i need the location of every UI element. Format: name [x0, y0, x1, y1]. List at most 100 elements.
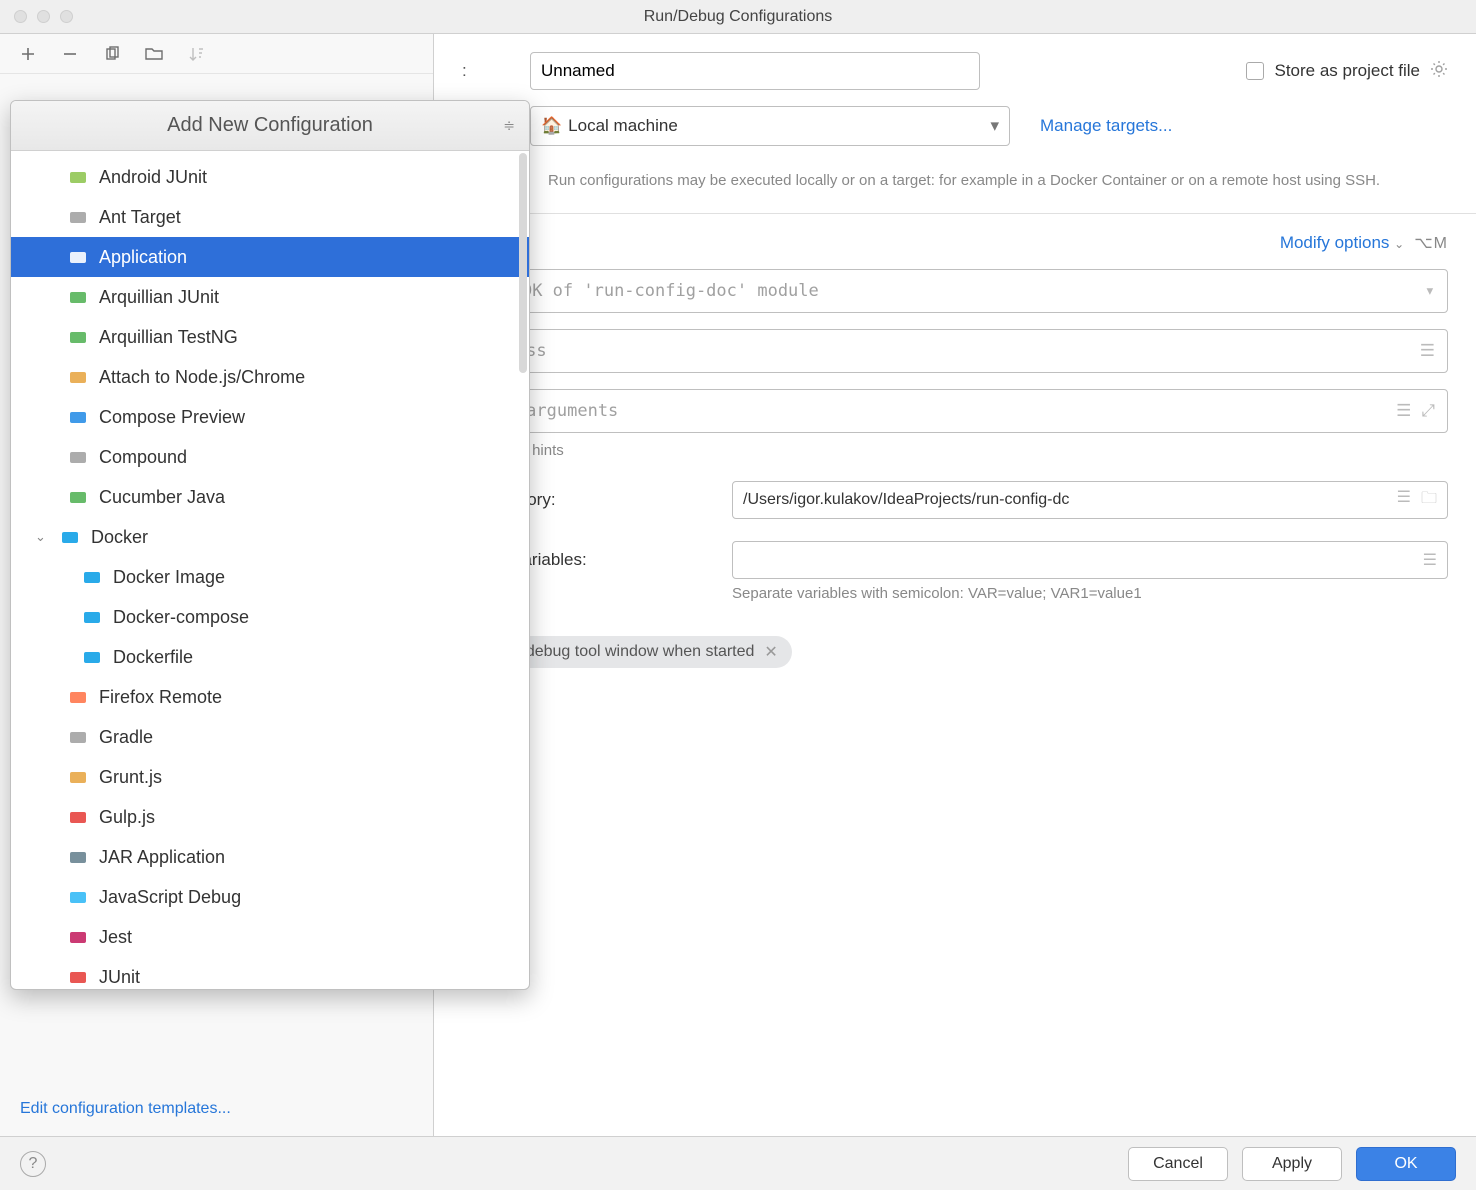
- config-type-item[interactable]: Compound: [11, 437, 529, 477]
- config-type-item[interactable]: Grunt.js: [11, 757, 529, 797]
- cancel-button[interactable]: Cancel: [1128, 1147, 1228, 1181]
- field-hints-text: ⌃ for field hints: [462, 441, 1448, 459]
- apply-button[interactable]: Apply: [1242, 1147, 1342, 1181]
- program-args-input[interactable]: gram arguments ☰⤢: [462, 389, 1448, 433]
- expand-icon[interactable]: ⤢: [1421, 401, 1435, 421]
- config-type-item[interactable]: Arquillian TestNG: [11, 317, 529, 357]
- config-type-label: Compound: [99, 447, 187, 468]
- config-type-icon: [67, 727, 89, 747]
- config-type-icon: [59, 527, 81, 547]
- config-type-label: Docker-compose: [113, 607, 249, 628]
- config-type-item[interactable]: Cucumber Java: [11, 477, 529, 517]
- env-vars-hint: Separate variables with semicolon: VAR=v…: [732, 585, 1448, 602]
- config-type-item[interactable]: ⌄ Docker: [11, 517, 529, 557]
- config-type-label: Android JUnit: [99, 167, 207, 188]
- config-type-icon: [67, 487, 89, 507]
- config-type-label: JAR Application: [99, 847, 225, 868]
- list-icon[interactable]: ☰: [1397, 487, 1411, 514]
- gear-icon[interactable]: [1430, 60, 1448, 82]
- chevron-down-icon: ▾: [990, 116, 999, 136]
- chevron-down-icon: ⌄: [1394, 237, 1404, 251]
- collapse-icon[interactable]: ≑: [503, 117, 515, 134]
- config-type-item[interactable]: Arquillian JUnit: [11, 277, 529, 317]
- edit-templates-link[interactable]: Edit configuration templates...: [0, 1100, 433, 1136]
- config-type-icon: [67, 367, 89, 387]
- modify-options-link[interactable]: Modify options ⌄: [1280, 233, 1404, 253]
- config-type-item[interactable]: Android JUnit: [11, 157, 529, 197]
- chevron-down-icon[interactable]: ⌄: [35, 529, 49, 545]
- config-type-icon: [67, 207, 89, 227]
- scrollbar[interactable]: [519, 153, 527, 373]
- config-type-item[interactable]: Application: [11, 237, 529, 277]
- sort-config-icon[interactable]: [186, 44, 206, 64]
- config-type-icon: [81, 567, 103, 587]
- working-dir-input[interactable]: /Users/igor.kulakov/IdeaProjects/run-con…: [732, 481, 1448, 519]
- dialog-button-bar: ? Cancel Apply OK: [0, 1136, 1476, 1190]
- store-as-project-checkbox[interactable]: [1246, 62, 1264, 80]
- config-type-item[interactable]: Compose Preview: [11, 397, 529, 437]
- config-type-icon: [67, 967, 89, 987]
- main-class-input[interactable]: a class ☰: [462, 329, 1448, 373]
- name-label-partial: :: [462, 61, 530, 81]
- config-type-label: Ant Target: [99, 207, 181, 228]
- env-vars-input[interactable]: ☰: [732, 541, 1448, 579]
- manage-targets-link[interactable]: Manage targets...: [1040, 116, 1172, 136]
- name-input[interactable]: [530, 52, 980, 90]
- config-type-item[interactable]: Gradle: [11, 717, 529, 757]
- config-type-item[interactable]: Ant Target: [11, 197, 529, 237]
- config-type-label: Grunt.js: [99, 767, 162, 788]
- list-icon[interactable]: ☰: [1423, 550, 1437, 570]
- sidebar-toolbar: [0, 34, 433, 74]
- separator: [434, 213, 1476, 214]
- folder-config-icon[interactable]: [144, 44, 164, 64]
- config-type-item[interactable]: JUnit: [11, 957, 529, 989]
- config-type-label: Arquillian TestNG: [99, 327, 238, 348]
- config-type-label: Jest: [99, 927, 132, 948]
- config-type-label: Docker: [91, 527, 148, 548]
- chevron-down-icon: ▾: [1425, 281, 1435, 301]
- config-type-item[interactable]: Docker Image: [11, 557, 529, 597]
- config-type-icon: [67, 167, 89, 187]
- folder-icon[interactable]: 🗀: [1421, 487, 1437, 514]
- config-type-label: Attach to Node.js/Chrome: [99, 367, 305, 388]
- list-icon[interactable]: ☰: [1420, 341, 1435, 361]
- popup-title: Add New Configuration ≑: [11, 101, 529, 151]
- config-type-item[interactable]: Docker-compose: [11, 597, 529, 637]
- config-type-item[interactable]: Attach to Node.js/Chrome: [11, 357, 529, 397]
- help-icon[interactable]: ?: [20, 1151, 46, 1177]
- config-type-item[interactable]: Jest: [11, 917, 529, 957]
- config-type-icon: [67, 407, 89, 427]
- config-type-icon: [81, 607, 103, 627]
- config-type-item[interactable]: JAR Application: [11, 837, 529, 877]
- config-type-label: Cucumber Java: [99, 487, 225, 508]
- config-type-label: Compose Preview: [99, 407, 245, 428]
- sdk-combo[interactable]: a 8 SDK of 'run-config-doc' module ▾: [462, 269, 1448, 313]
- config-type-icon: [67, 807, 89, 827]
- config-type-item[interactable]: Dockerfile: [11, 637, 529, 677]
- config-type-item[interactable]: Firefox Remote: [11, 677, 529, 717]
- remove-config-icon[interactable]: [60, 44, 80, 64]
- modify-options-shortcut: ⌥M: [1414, 233, 1448, 253]
- config-type-label: Gulp.js: [99, 807, 155, 828]
- list-icon[interactable]: ☰: [1396, 401, 1411, 421]
- add-config-icon[interactable]: [18, 44, 38, 64]
- config-type-item[interactable]: JavaScript Debug: [11, 877, 529, 917]
- config-type-label: Arquillian JUnit: [99, 287, 219, 308]
- config-type-label: Gradle: [99, 727, 153, 748]
- config-type-label: Application: [99, 247, 187, 268]
- config-type-icon: [67, 247, 89, 267]
- close-icon[interactable]: ✕: [764, 642, 777, 662]
- store-as-project-label: Store as project file: [1274, 61, 1420, 81]
- config-type-icon: [67, 887, 89, 907]
- home-icon: 🏠: [541, 116, 562, 136]
- copy-config-icon[interactable]: [102, 44, 122, 64]
- config-type-icon: [67, 287, 89, 307]
- config-type-list[interactable]: Android JUnit Ant Target Application Arquil…: [11, 151, 529, 989]
- run-on-combo[interactable]: 🏠 Local machine ▾: [530, 106, 1010, 146]
- run-on-value: Local machine: [568, 116, 678, 136]
- config-type-icon: [67, 327, 89, 347]
- configuration-form: : Store as project file n: 🏠 Local machi…: [434, 34, 1476, 1136]
- sdk-hint: SDK of 'run-config-doc' module: [512, 281, 819, 301]
- config-type-item[interactable]: Gulp.js: [11, 797, 529, 837]
- ok-button[interactable]: OK: [1356, 1147, 1456, 1181]
